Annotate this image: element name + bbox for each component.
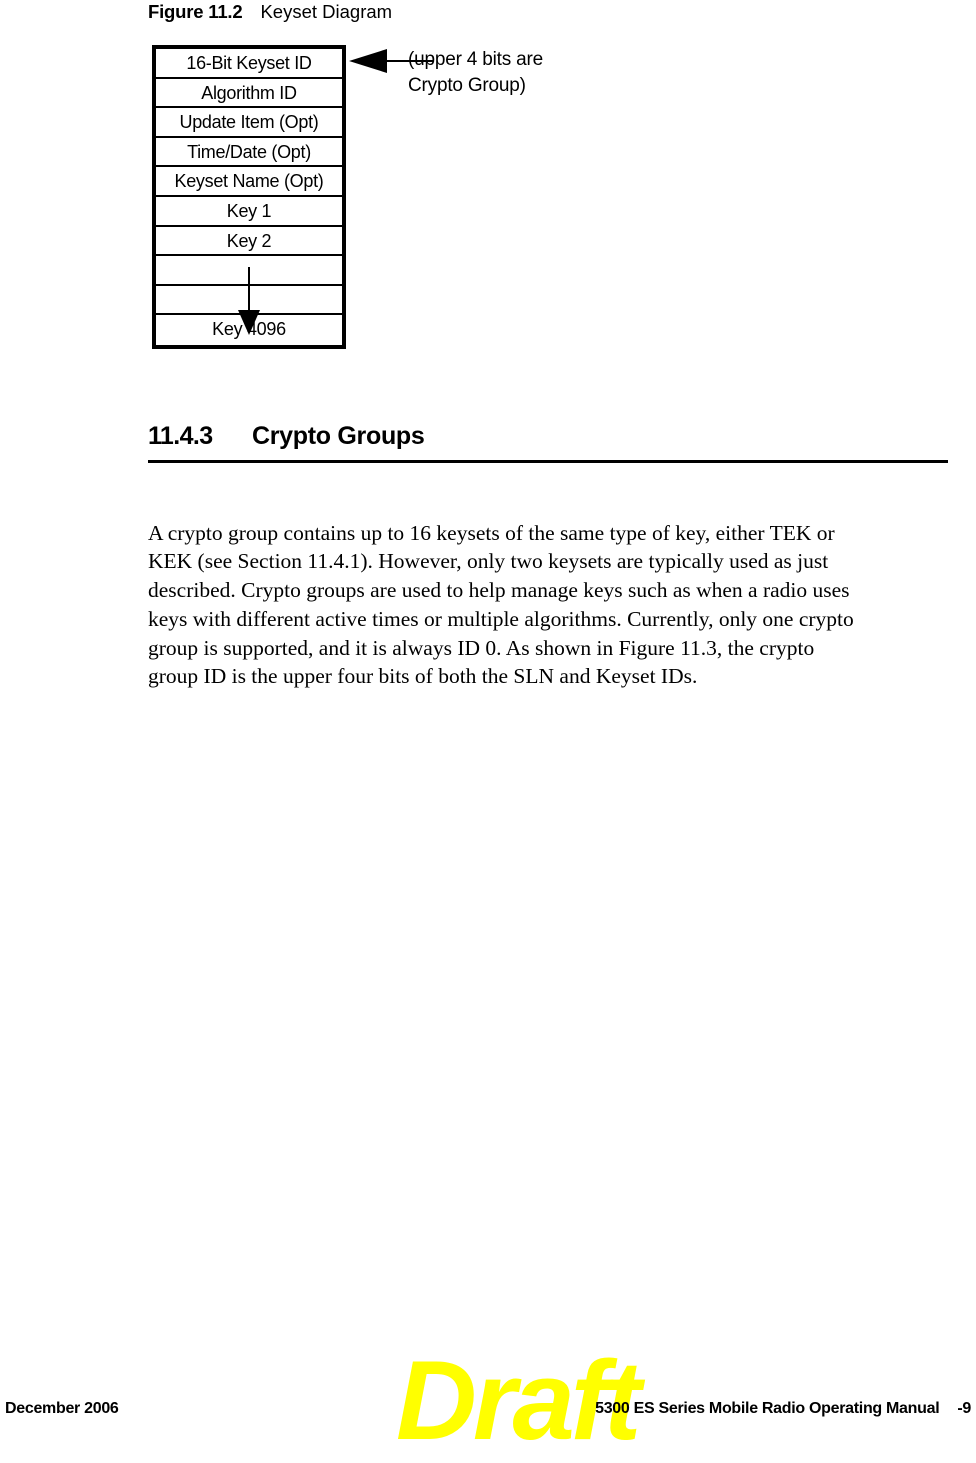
figure-label: Figure 11.2 xyxy=(148,1,243,22)
section-heading: 11.4.3 Crypto Groups xyxy=(148,420,948,452)
keyset-row: 16-Bit Keyset ID xyxy=(156,49,342,79)
figure-title: Keyset Diagram xyxy=(260,1,393,22)
keyset-row: Keyset Name (Opt) xyxy=(156,167,342,197)
keyset-row: Key 2 xyxy=(156,227,342,257)
section-title: Crypto Groups xyxy=(252,422,425,450)
body-paragraph: A crypto group contains up to 16 keysets… xyxy=(148,520,854,689)
keyset-row: Update Item (Opt) xyxy=(156,108,342,138)
keyset-row: Key 1 xyxy=(156,197,342,227)
keyset-row: Time/Date (Opt) xyxy=(156,138,342,168)
ellipsis-arrow-down-icon xyxy=(238,310,260,335)
callout-arrow-left-icon xyxy=(349,49,387,73)
footer-date: December 2006 xyxy=(5,1400,119,1417)
figure-caption: Figure 11.2 Keyset Diagram xyxy=(148,0,392,24)
callout-line-2: Crypto Group) xyxy=(408,75,526,96)
footer-manual-info: 5300 ES Series Mobile Radio Operating Ma… xyxy=(595,1398,971,1420)
section-number: 11.4.3 xyxy=(148,422,213,450)
section-divider xyxy=(148,460,948,463)
keyset-diagram: 16-Bit Keyset ID Algorithm ID Update Ite… xyxy=(152,45,346,349)
keyset-row: Algorithm ID xyxy=(156,79,342,109)
footer-manual-title: 5300 ES Series Mobile Radio Operating Ma… xyxy=(595,1400,940,1417)
ellipsis-arrow-shaft-icon xyxy=(248,267,250,314)
callout-text: (upper 4 bits are Crypto Group) xyxy=(408,47,543,99)
footer-page-number: -9 xyxy=(957,1400,971,1417)
callout-line-1: (upper 4 bits are xyxy=(408,49,543,70)
